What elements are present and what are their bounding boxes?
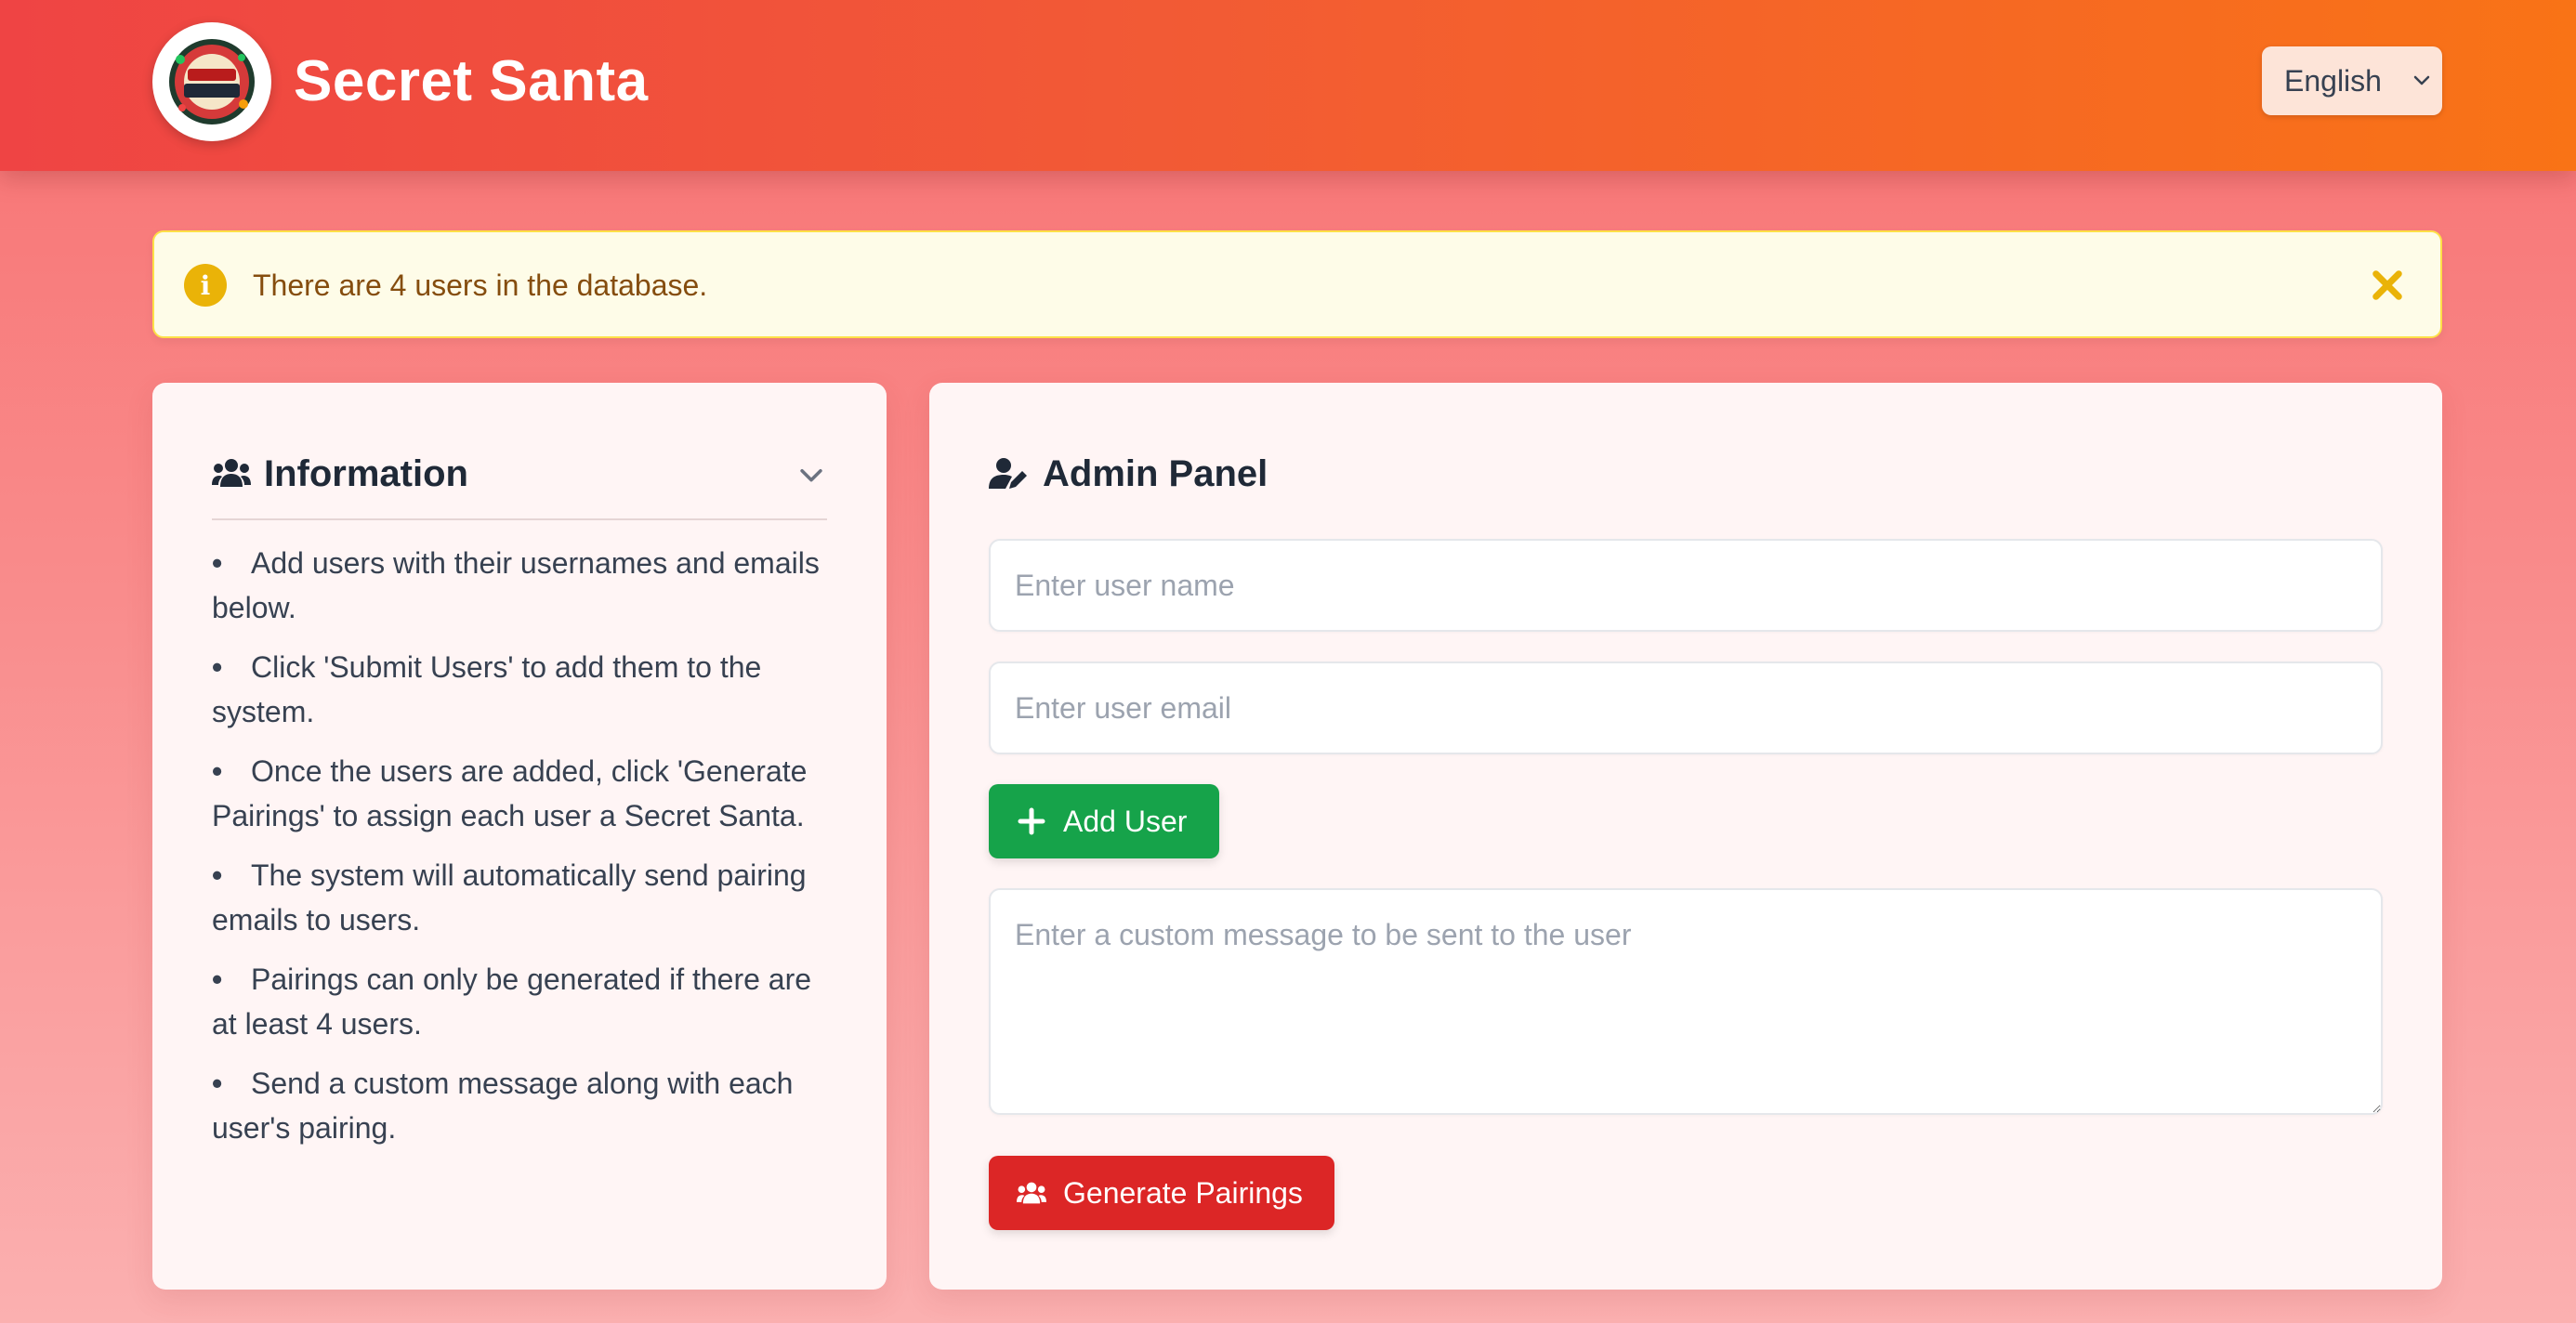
information-panel: Information • Add users with their userna… [152, 383, 887, 1290]
admin-panel: Admin Panel Add User Generate Pairings [929, 383, 2442, 1290]
list-item: • Once the users are added, click 'Genera… [212, 754, 808, 832]
add-user-label: Add User [1063, 804, 1188, 838]
chevron-down-icon [2413, 75, 2430, 85]
list-item: • Send a custom message along with each u… [212, 1067, 794, 1145]
admin-title: Admin Panel [1043, 453, 1268, 494]
users-icon [1017, 1182, 1046, 1204]
generate-pairings-button[interactable]: Generate Pairings [989, 1156, 1334, 1230]
info-icon: i [184, 264, 227, 307]
list-item: • The system will automatically send pair… [212, 858, 807, 937]
generate-pairings-label: Generate Pairings [1063, 1175, 1303, 1210]
close-icon[interactable] [2368, 266, 2407, 305]
custom-message-textarea[interactable] [989, 888, 2383, 1115]
language-select-value: English [2284, 63, 2382, 98]
user-name-input[interactable] [989, 539, 2383, 632]
santa-logo-icon [169, 39, 255, 124]
app-header: Secret Santa English [0, 0, 2576, 171]
information-list: • Add users with their usernames and emai… [212, 541, 844, 1165]
information-header[interactable]: Information [212, 446, 827, 520]
users-icon [212, 459, 251, 487]
alert-message: There are 4 users in the database. [253, 269, 708, 302]
list-item: • Click 'Submit Users' to add them to the… [212, 650, 762, 728]
information-title: Information [264, 453, 468, 494]
info-alert: i There are 4 users in the database. [152, 230, 2442, 338]
plus-icon [1018, 807, 1045, 835]
chevron-down-icon[interactable] [795, 459, 827, 491]
add-user-button[interactable]: Add User [989, 784, 1219, 858]
user-edit-icon [989, 458, 1027, 489]
language-select[interactable]: English [2262, 46, 2442, 115]
list-item: • Add users with their usernames and emai… [212, 546, 820, 624]
app-title: Secret Santa [294, 49, 649, 113]
logo[interactable] [152, 22, 271, 141]
list-item: • Pairings can only be generated if there… [212, 963, 812, 1041]
user-email-input[interactable] [989, 662, 2383, 754]
